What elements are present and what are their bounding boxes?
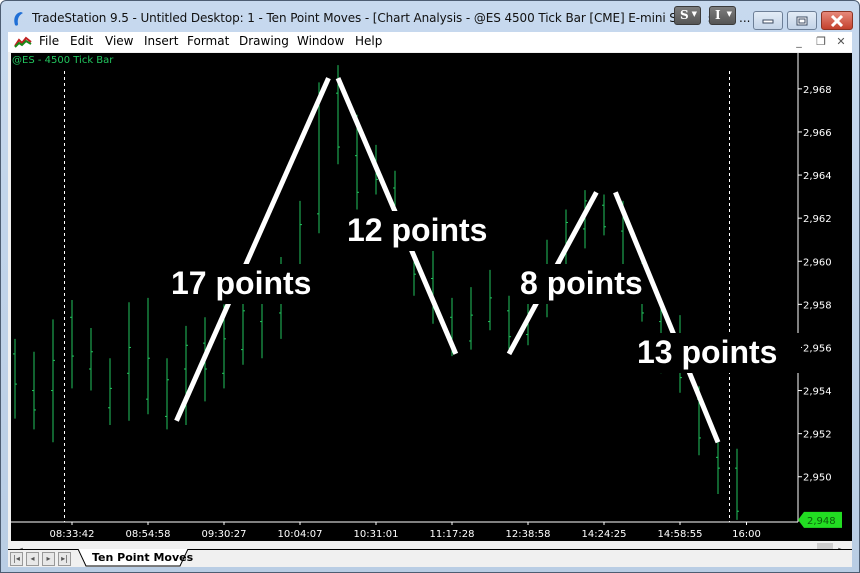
tab-next-button[interactable]: ▸	[42, 552, 55, 566]
tradestation-logo-icon	[14, 12, 23, 26]
price-chart[interactable]: 2,968 2,966 2,964 2,962 2,960 2,958 2,956 2,954…	[11, 53, 852, 541]
chevron-down-icon: ▼	[691, 9, 697, 18]
chevron-down-icon: ▼	[726, 9, 732, 18]
annotation-label: 13 points	[637, 334, 777, 370]
minimize-icon	[762, 19, 774, 23]
x-tick-label: 10:04:07	[278, 529, 323, 540]
y-tick-label: 2,968	[803, 85, 832, 96]
x-tick-label: 08:54:58	[126, 529, 171, 540]
x-tick-label: 09:30:27	[202, 529, 247, 540]
y-tick-label: 2,952	[803, 430, 832, 441]
window-title: TradeStation 9.5 - Untitled Desktop: 1 -…	[32, 11, 680, 25]
y-tick-label: 2,954	[803, 387, 832, 398]
menu-edit[interactable]: Edit	[70, 34, 93, 48]
chart-plot-area[interactable]: 2,968 2,966 2,964 2,962 2,960 2,958 2,956 2,954…	[11, 53, 852, 541]
y-tick-label: 2,958	[803, 300, 832, 311]
maximize-icon	[796, 16, 808, 25]
y-tick-label: 2,964	[803, 171, 832, 182]
chart-analysis-window: File Edit View Insert Format Drawing Win…	[8, 32, 852, 567]
close-icon	[830, 14, 844, 27]
close-icon: ✕	[836, 35, 846, 48]
app-window: TradeStation 9.5 - Untitled Desktop: 1 -…	[0, 0, 860, 573]
mdi-minimize-button[interactable]: _	[791, 35, 807, 49]
mdi-restore-button[interactable]: ❐	[813, 35, 829, 49]
minimize-icon: _	[796, 35, 802, 48]
tab-last-button[interactable]: ▸|	[58, 552, 71, 566]
restore-icon: ❐	[816, 35, 826, 48]
tab-prev-button[interactable]: ◂	[26, 552, 39, 566]
x-tick-label: 12:38:58	[506, 529, 551, 540]
tab-first-button[interactable]: |◂	[10, 552, 23, 566]
menu-insert[interactable]: Insert	[144, 34, 178, 48]
menu-drawing[interactable]: Drawing	[239, 34, 289, 48]
sheet-tab-label: Ten Point Moves	[92, 551, 194, 564]
s-dropdown-button[interactable]: S ▼	[674, 6, 701, 25]
annotation-label: 17 points	[171, 265, 311, 301]
menu-file[interactable]: File	[39, 34, 59, 48]
title-bar: TradeStation 9.5 - Untitled Desktop: 1 -…	[1, 1, 859, 33]
y-tick-label: 2,962	[803, 214, 832, 225]
annotation-label: 12 points	[347, 212, 487, 248]
title-ellipsis: ...	[739, 11, 751, 25]
window-maximize-button[interactable]	[787, 11, 817, 30]
x-tick-label: 11:17:28	[430, 529, 475, 540]
sheet-tab-ten-point-moves[interactable]: Ten Point Moves	[78, 549, 193, 567]
window-minimize-button[interactable]	[753, 11, 783, 30]
x-tick-label: 16:00	[732, 529, 761, 540]
menu-window[interactable]: Window	[297, 34, 344, 48]
x-tick-label: 10:31:01	[354, 529, 399, 540]
x-tick-label: 08:33:42	[50, 529, 95, 540]
chart-window-icon	[14, 35, 32, 48]
window-close-button[interactable]	[821, 11, 853, 30]
y-tick-label: 2,950	[803, 473, 832, 484]
annotation-label: 8 points	[520, 265, 643, 301]
menu-help[interactable]: Help	[355, 34, 382, 48]
menu-view[interactable]: View	[105, 34, 133, 48]
last-price-label: 2,948	[807, 516, 836, 527]
y-tick-label: 2,956	[803, 343, 832, 354]
x-tick-label: 14:58:55	[658, 529, 703, 540]
symbol-label: @ES - 4500 Tick Bar	[12, 55, 114, 66]
menu-bar: File Edit View Insert Format Drawing Win…	[8, 32, 852, 52]
sheet-tab-bar: |◂ ◂ ▸ ▸| Ten Point Moves	[8, 549, 852, 567]
y-tick-label: 2,960	[803, 257, 832, 268]
y-tick-label: 2,966	[803, 128, 832, 139]
mdi-close-button[interactable]: ✕	[833, 35, 849, 49]
menu-format[interactable]: Format	[187, 34, 229, 48]
x-tick-label: 14:24:25	[582, 529, 627, 540]
i-dropdown-button[interactable]: I ▼	[709, 6, 736, 25]
